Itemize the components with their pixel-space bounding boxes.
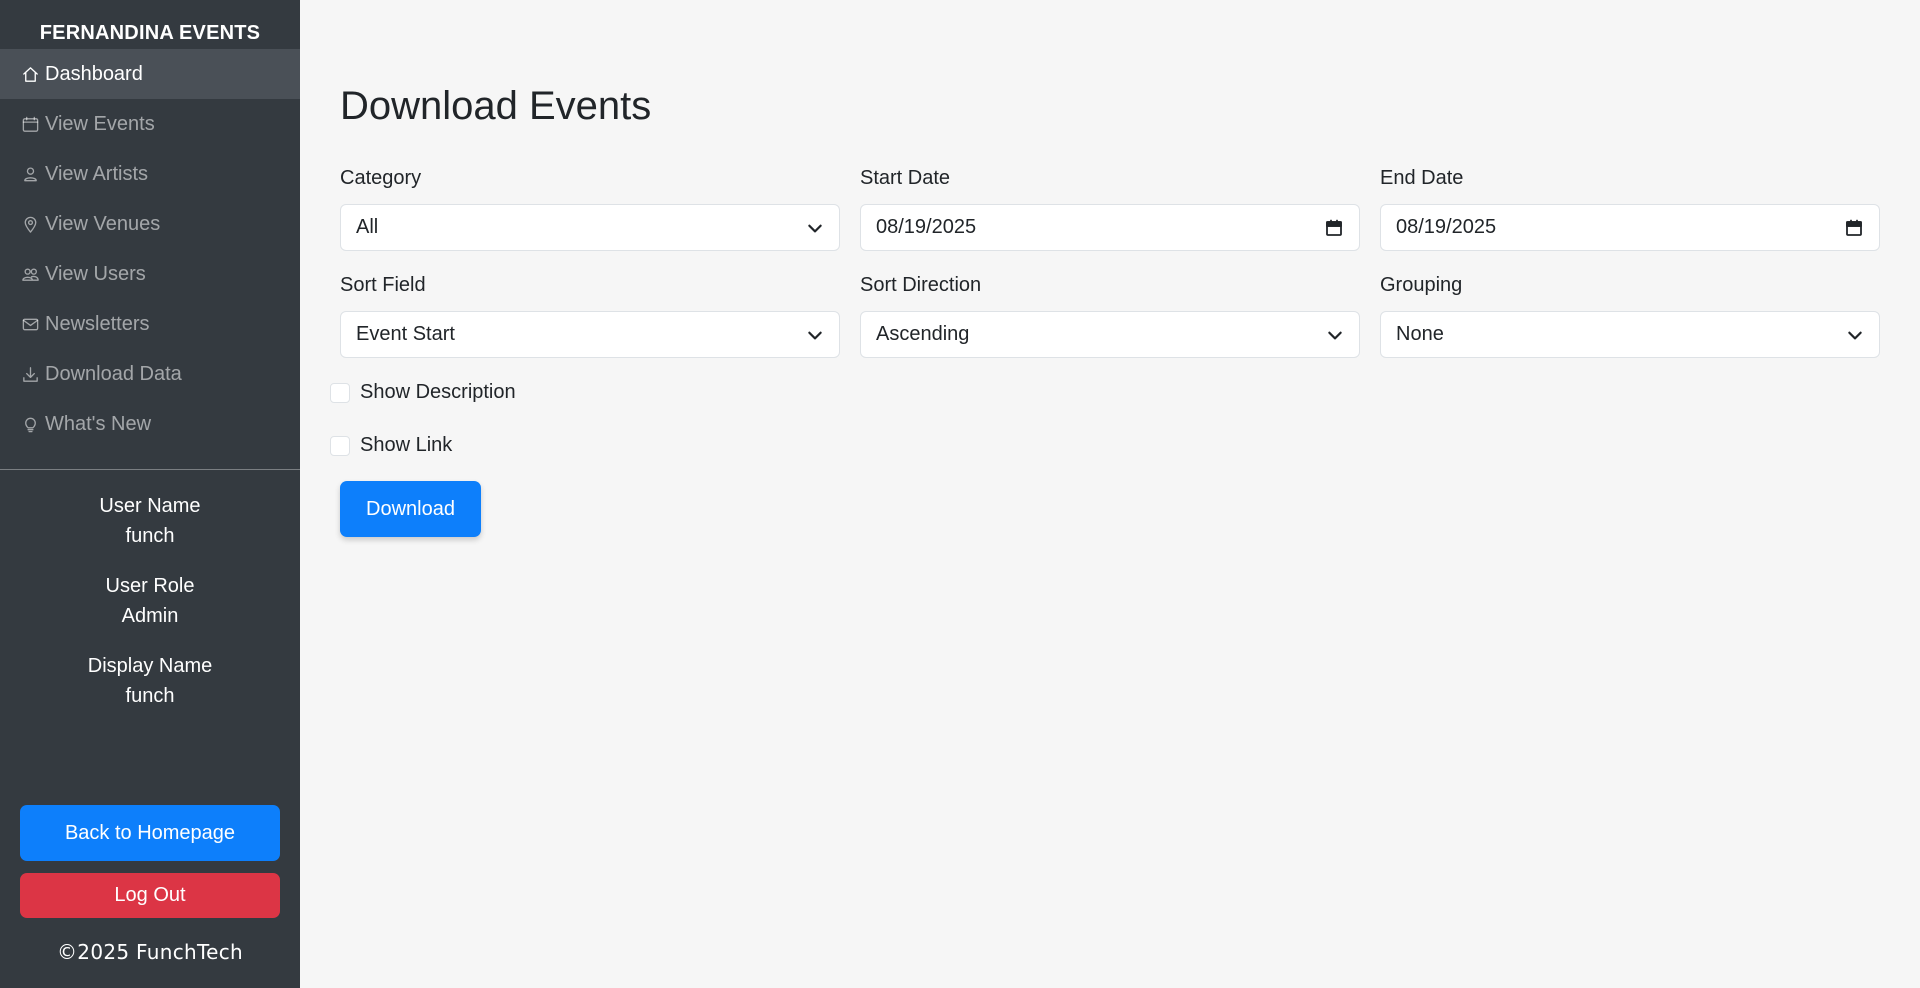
start-date-label: Start Date (860, 167, 951, 189)
chevron-down-icon (1848, 331, 1862, 339)
sidebar-item-view-venues[interactable]: View Venues (0, 199, 300, 249)
sidebar-item-label: View Artists (45, 162, 148, 185)
show-description-checkbox[interactable]: Show Description (330, 381, 516, 404)
sidebar-item-view-artists[interactable]: View Artists (0, 149, 300, 199)
sidebar-item-dashboard[interactable]: Dashboard (0, 49, 300, 99)
sidebar-item-label: What's New (45, 412, 152, 435)
user-role-label: User Role (105, 575, 195, 597)
end-date-label: End Date (1380, 167, 1464, 189)
sort-direction-value: Ascending (876, 323, 970, 345)
house-icon (20, 64, 41, 85)
page-title: Download Events (340, 84, 652, 128)
sort-direction-field: Sort Direction Ascending (860, 272, 1360, 358)
copyright-text: ©2025 FunchTech (57, 940, 243, 964)
sidebar-item-whats-new[interactable]: What's New (0, 399, 300, 449)
end-date-field: End Date 08/19/2025 (1380, 165, 1880, 251)
sidebar-item-label: View Venues (45, 212, 161, 235)
category-value: All (356, 216, 379, 238)
map-pin-icon (20, 214, 41, 235)
sidebar-item-label: View Users (45, 262, 146, 285)
sidebar-item-view-events[interactable]: View Events (0, 99, 300, 149)
download-button[interactable]: Download (340, 481, 481, 537)
end-date-value: 08/19/2025 (1396, 216, 1497, 238)
calendar-picker-icon[interactable] (1324, 218, 1344, 238)
log-out-button[interactable]: Log Out (20, 873, 280, 918)
grouping-field: Grouping None (1380, 272, 1880, 358)
sidebar-item-label: Newsletters (45, 312, 150, 335)
start-date-field: Start Date 08/19/2025 (860, 165, 1360, 251)
sidebar-item-newsletters[interactable]: Newsletters (0, 299, 300, 349)
category-label: Category (340, 167, 422, 189)
sort-field-select[interactable]: Event Start (340, 311, 840, 358)
category-select[interactable]: All (340, 204, 840, 251)
chevron-down-icon (808, 224, 822, 232)
show-description-label: Show Description (360, 381, 516, 403)
brand-title: FERNANDINA EVENTS (39, 22, 261, 44)
checkbox-box[interactable] (330, 382, 350, 403)
show-link-checkbox[interactable]: Show Link (330, 434, 452, 457)
user-name-label: User Name (99, 495, 201, 517)
lightbulb-icon (20, 414, 41, 435)
envelope-icon (20, 314, 41, 335)
grouping-value: None (1396, 323, 1444, 345)
sidebar-nav: Dashboard View Events View Artists View … (0, 49, 300, 449)
end-date-input[interactable]: 08/19/2025 (1380, 204, 1880, 251)
calendar-picker-icon[interactable] (1844, 218, 1864, 238)
sort-field-field: Sort Field Event Start (340, 272, 840, 358)
sidebar-item-label: View Events (45, 112, 155, 135)
user-name-value: funch (125, 525, 175, 547)
back-to-homepage-button[interactable]: Back to Homepage (20, 805, 280, 861)
sidebar-item-view-users[interactable]: View Users (0, 249, 300, 299)
grouping-label: Grouping (1380, 274, 1463, 296)
download-icon (20, 364, 41, 385)
display-name-value: funch (125, 685, 175, 707)
display-name-label: Display Name (87, 655, 213, 677)
grouping-select[interactable]: None (1380, 311, 1880, 358)
checkbox-box[interactable] (330, 435, 350, 456)
sidebar-item-download-data[interactable]: Download Data (0, 349, 300, 399)
start-date-value: 08/19/2025 (876, 216, 977, 238)
calendar-icon (20, 114, 41, 135)
people-icon (20, 264, 41, 285)
sort-direction-select[interactable]: Ascending (860, 311, 1360, 358)
person-icon (20, 164, 41, 185)
sidebar: FERNANDINA EVENTS Dashboard View Events … (0, 0, 300, 988)
sort-field-label: Sort Field (340, 274, 426, 296)
category-field: Category All (340, 165, 840, 251)
sidebar-item-label: Download Data (45, 362, 182, 385)
chevron-down-icon (808, 331, 822, 339)
user-info: User Name funch User Role Admin Display … (0, 491, 300, 731)
show-link-label: Show Link (360, 434, 453, 456)
sidebar-divider (0, 469, 300, 470)
chevron-down-icon (1328, 331, 1342, 339)
sidebar-item-label: Dashboard (45, 62, 143, 85)
sort-field-value: Event Start (356, 323, 455, 345)
start-date-input[interactable]: 08/19/2025 (860, 204, 1360, 251)
sort-direction-label: Sort Direction (860, 274, 982, 296)
user-role-value: Admin (121, 605, 179, 627)
